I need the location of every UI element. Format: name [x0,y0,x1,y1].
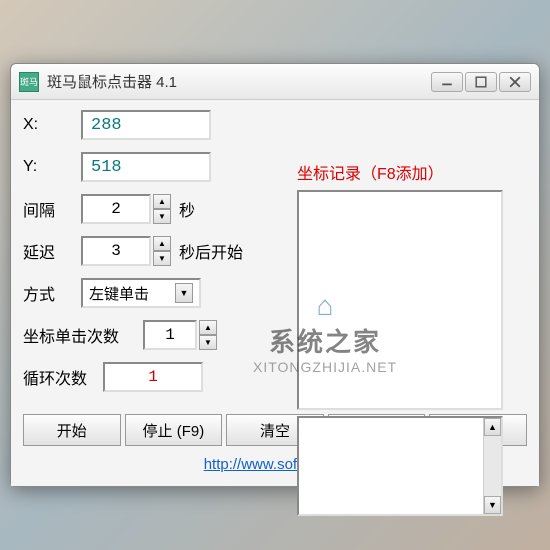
minimize-button[interactable] [431,72,463,92]
settings-panel: X: Y: 间隔 ▲ ▼ 秒 延迟 [23,110,313,404]
y-input[interactable] [81,152,211,182]
click-count-stepper: ▲ ▼ [199,320,217,350]
interval-unit-label: 秒 [179,197,195,221]
x-input[interactable] [81,110,211,140]
log-listbox[interactable]: ▲ ▼ [297,416,503,516]
stop-button[interactable]: 停止 (F9) [125,414,223,446]
click-count-up-button[interactable]: ▲ [199,320,217,335]
delay-up-button[interactable]: ▲ [153,236,171,251]
click-count-label: 坐标单击次数 [23,323,143,347]
app-icon: 斑马 [19,72,39,92]
interval-stepper: ▲ ▼ [153,194,171,224]
y-label: Y: [23,158,81,176]
delay-down-button[interactable]: ▼ [153,251,171,266]
client-area: X: Y: 间隔 ▲ ▼ 秒 延迟 [11,100,539,486]
interval-label: 间隔 [23,197,81,221]
close-button[interactable] [499,72,531,92]
interval-down-button[interactable]: ▼ [153,209,171,224]
mode-label: 方式 [23,281,81,305]
maximize-button[interactable] [465,72,497,92]
coord-listbox[interactable] [297,190,503,410]
interval-up-button[interactable]: ▲ [153,194,171,209]
click-count-down-button[interactable]: ▼ [199,335,217,350]
titlebar: 斑马 斑马鼠标点击器 4.1 [11,64,539,100]
scroll-down-button[interactable]: ▼ [484,496,501,514]
scrollbar: ▲ ▼ [483,418,501,514]
window-controls [431,72,531,92]
interval-input[interactable] [81,194,151,224]
delay-input[interactable] [81,236,151,266]
record-title: 坐标记录（F8添加） [297,160,503,184]
scroll-up-button[interactable]: ▲ [484,418,501,436]
delay-unit-label: 秒后开始 [179,239,243,263]
loop-count-input[interactable] [103,362,203,392]
chevron-down-icon: ▼ [175,283,193,303]
window-title: 斑马鼠标点击器 4.1 [47,71,431,92]
mode-value: 左键单击 [89,283,149,304]
delay-label: 延迟 [23,239,81,263]
start-button[interactable]: 开始 [23,414,121,446]
record-panel: 坐标记录（F8添加） ▲ ▼ [297,160,503,516]
delay-stepper: ▲ ▼ [153,236,171,266]
mode-select[interactable]: 左键单击 ▼ [81,278,201,308]
x-label: X: [23,116,81,134]
app-window: 斑马 斑马鼠标点击器 4.1 X: Y: 间隔 [10,63,540,487]
click-count-input[interactable] [143,320,197,350]
loop-count-label: 循环次数 [23,365,103,389]
